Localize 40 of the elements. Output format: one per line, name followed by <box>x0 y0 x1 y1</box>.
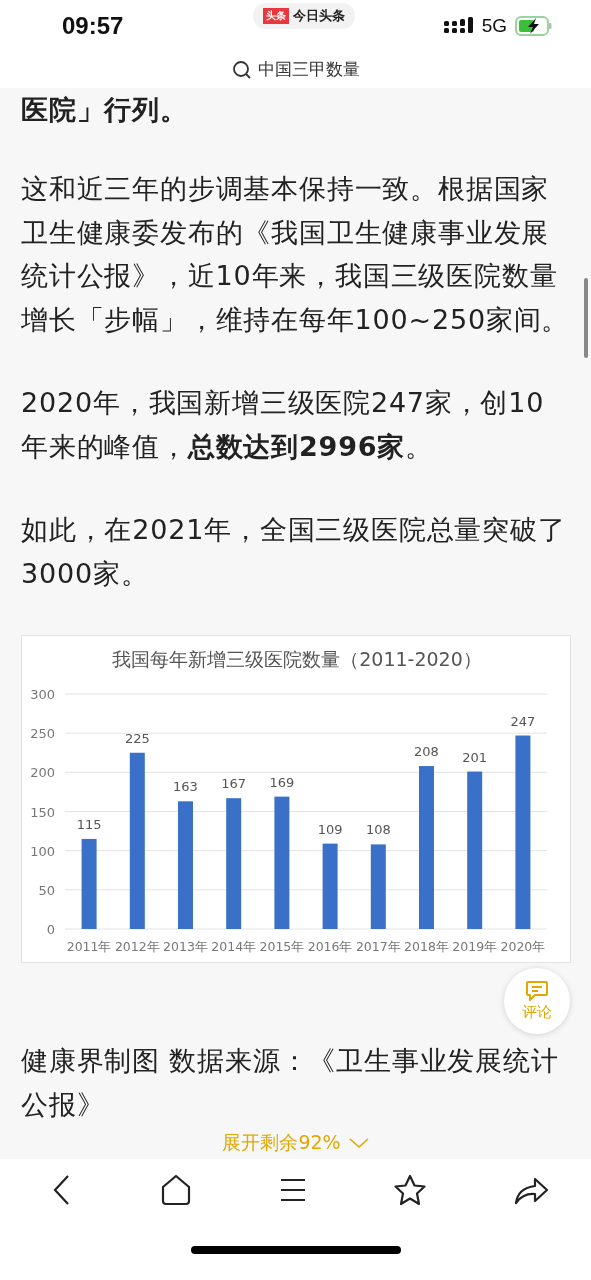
axis-tick-label: 200 <box>30 765 55 781</box>
data-label: 225 <box>124 731 150 747</box>
data-label: 108 <box>365 822 391 838</box>
axis-tick-label: 2012年 <box>114 939 160 955</box>
app-name: 今日头条 <box>292 6 345 25</box>
paragraph: 医院」行列。 <box>21 92 189 127</box>
axis-tick-label: 2020年 <box>500 939 546 955</box>
clock-time: 09:57 <box>62 11 124 40</box>
axis-tick-label: 50 <box>38 883 55 899</box>
axis-tick-label: 2011年 <box>66 939 112 955</box>
data-label: 208 <box>414 744 439 760</box>
data-label: 169 <box>269 775 295 790</box>
axis-tick-label: 150 <box>30 804 55 820</box>
axis-tick-label: 2016年 <box>307 939 353 955</box>
data-label: 201 <box>462 749 488 765</box>
image-caption: 健康界制图 数据来源：《卫生事业发展统计公报》 <box>21 1044 560 1122</box>
paragraph: 这和近三年的步调基本保持一致。根据国家卫生健康委发布的《我国卫生健康事业发展统计公报》，近10年来，我国三级医院数量增长「步幅」，维持在每年100~250家间。 <box>21 172 570 337</box>
search-field[interactable]: 中国三甲数量 <box>227 56 364 84</box>
paragraph: 2020年，我国新增三级医院247家，创10年来的峰值，总数达到2996家。 <box>21 386 546 464</box>
axis-tick-label: 100 <box>30 844 55 860</box>
data-label: 109 <box>317 822 343 837</box>
chart-title: 我国每年新增三级医院数量（2011-2020） <box>112 648 482 671</box>
data-label: 247 <box>510 713 536 729</box>
network-label: 5G <box>481 14 507 37</box>
comment-button[interactable]: 评论 <box>504 968 570 1035</box>
axis-tick-label: 2013年 <box>163 939 208 955</box>
axis-tick-label: 2017年 <box>355 939 401 955</box>
data-label: 163 <box>173 779 198 795</box>
data-label: 115 <box>76 817 102 833</box>
app-badge: 头条 <box>262 7 289 24</box>
axis-tick-label: 300 <box>30 687 55 703</box>
data-label: 167 <box>221 776 247 792</box>
expand-link[interactable]: 展开剩余92% <box>0 1126 591 1160</box>
axis-tick-label: 2019年 <box>452 939 498 955</box>
paragraph: 如此，在2021年，全国三级医院总量突破了3000家。 <box>21 513 567 591</box>
axis-tick-label: 250 <box>30 726 55 742</box>
axis-tick-label: 0 <box>46 922 55 938</box>
axis-tick-label: 2015年 <box>259 939 305 955</box>
axis-tick-label: 2014年 <box>211 939 257 955</box>
axis-tick-label: 2018年 <box>404 939 449 955</box>
